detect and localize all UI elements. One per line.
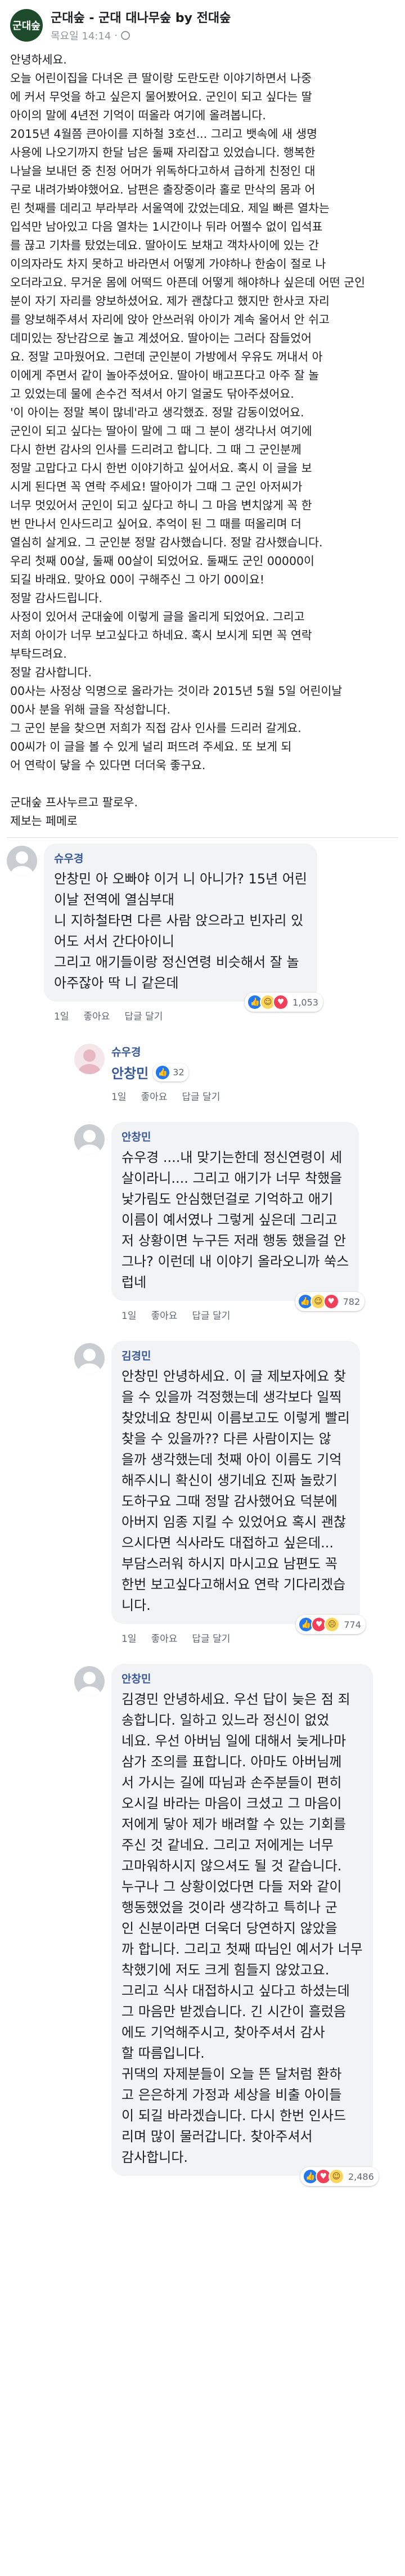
comment-bubble: 안창민 김경민 안녕하세요. 우선 답이 늦은 점 죄 송합니다. 일하고 있느…: [111, 1664, 379, 2186]
like-count: 32: [173, 1067, 184, 1078]
post-time[interactable]: 목요일 14:14: [51, 28, 111, 43]
love-reaction-icon: ♥: [273, 994, 289, 1010]
comment-author[interactable]: 슈우경: [111, 1044, 220, 1059]
comment-content: 슈우경 안창민 👍 32 1일 좋아요 답글 달기: [111, 1042, 220, 1103]
avatar[interactable]: [74, 1044, 105, 1074]
mention-row: 안창민 👍 32: [111, 1062, 220, 1082]
comment-content: 슈우경 안창민 아 오빠야 이거 니 아니가? 15년 어린 이날 전역에 열심…: [44, 843, 323, 1022]
post-body: 안녕하세요. 오늘 어린이집을 다녀온 큰 딸이랑 도란도란 이야기하면서 나중…: [10, 53, 365, 828]
reply-link[interactable]: 답글 달기: [182, 1089, 220, 1103]
love-reaction-icon: ♥: [323, 1294, 339, 1309]
comment-author[interactable]: 슈우경: [54, 850, 307, 865]
comment-reply: 안창민 슈우경 ....내 맞기는한데 정신연령이 세 살이라니.... 그리고…: [7, 1122, 398, 1322]
page-avatar[interactable]: 군대숲: [10, 9, 43, 42]
sad-reaction-icon: ☹: [324, 1617, 340, 1632]
comments-section: 슈우경 안창민 아 오빠야 이거 니 아니가? 15년 어린 이날 전역에 열심…: [0, 838, 405, 2186]
comment-author[interactable]: 안창민: [122, 1671, 363, 1686]
reaction-count: 1,053: [292, 997, 318, 1008]
post-header-text: 군대숲 - 군대 대나무숲 by 전대숲 목요일 14:14 ·: [51, 8, 231, 43]
comment-text: 김경민 안녕하세요. 우선 답이 늦은 점 죄 송합니다. 일하고 있느라 정신…: [122, 1691, 363, 2165]
reaction-summary[interactable]: 👍 ♥ ☹ 774: [296, 1615, 366, 1634]
comment-reply: 김경민 안창민 안녕하세요. 이 글 제보자에요 찾 을 수 있을까 걱정했는데…: [7, 1341, 398, 1645]
comment-time[interactable]: 1일: [122, 1631, 136, 1645]
reaction-summary[interactable]: 👍 ☺ ♥ 782: [295, 1292, 365, 1311]
avatar[interactable]: [74, 1343, 105, 1374]
comment-content: 안창민 슈우경 ....내 맞기는한데 정신연령이 세 살이라니.... 그리고…: [111, 1122, 365, 1322]
comment-reply: 슈우경 안창민 👍 32 1일 좋아요 답글 달기: [7, 1042, 398, 1103]
like-link[interactable]: 좋아요: [141, 1089, 167, 1103]
comment-reply: 안창민 김경민 안녕하세요. 우선 답이 늦은 점 죄 송합니다. 일하고 있느…: [7, 1664, 398, 2186]
reaction-count: 782: [343, 1296, 361, 1307]
comment-actions: 1일 좋아요 답글 달기: [111, 1082, 220, 1103]
facebook-post: 군대숲 군대숲 - 군대 대나무숲 by 전대숲 목요일 14:14 · 안녕하…: [0, 0, 405, 837]
avatar[interactable]: [74, 1124, 105, 1155]
avatar[interactable]: [74, 1666, 105, 1697]
post-meta: 목요일 14:14 ·: [51, 28, 231, 43]
comment-bubble: 안창민 슈우경 ....내 맞기는한데 정신연령이 세 살이라니.... 그리고…: [111, 1122, 365, 1311]
like-link[interactable]: 좋아요: [151, 1631, 177, 1645]
page-avatar-text: 군대숲: [12, 20, 40, 32]
reaction-summary[interactable]: 👍 ♥ ☺ 2,486: [300, 2167, 379, 2186]
comment-time[interactable]: 1일: [54, 1008, 69, 1022]
comment-time[interactable]: 1일: [122, 1308, 136, 1322]
reaction-count: 2,486: [348, 2171, 374, 2182]
reply-link[interactable]: 답글 달기: [124, 1008, 163, 1022]
like-link[interactable]: 좋아요: [151, 1308, 177, 1322]
haha-reaction-icon: ☺: [328, 2169, 344, 2184]
comment-author[interactable]: 김경민: [122, 1348, 350, 1363]
like-link[interactable]: 좋아요: [83, 1008, 110, 1022]
meta-separator: ·: [114, 29, 118, 42]
page-title[interactable]: 군대숲 - 군대 대나무숲 by 전대숲: [51, 8, 231, 26]
comment-bubble: 슈우경 안창민 아 오빠야 이거 니 아니가? 15년 어린 이날 전역에 열심…: [44, 843, 323, 1012]
comment-text: 안창민 안녕하세요. 이 글 제보자에요 찾 을 수 있을까 걱정했는데 생각보…: [122, 1368, 350, 1613]
mention-tag[interactable]: 안창민: [111, 1062, 148, 1082]
reply-link[interactable]: 답글 달기: [192, 1308, 230, 1322]
reaction-summary[interactable]: 👍 ☺ ♥ 1,053: [245, 993, 323, 1012]
post-header: 군대숲 군대숲 - 군대 대나무숲 by 전대숲 목요일 14:14 ·: [0, 0, 405, 47]
comment-text: 슈우경 ....내 맞기는한데 정신연령이 세 살이라니.... 그리고 애기가…: [122, 1150, 349, 1290]
like-reaction-icon: 👍: [155, 1064, 171, 1080]
comment-bubble: 김경민 안창민 안녕하세요. 이 글 제보자에요 찾 을 수 있을까 걱정했는데…: [111, 1341, 366, 1634]
comment-content: 안창민 김경민 안녕하세요. 우선 답이 늦은 점 죄 송합니다. 일하고 있느…: [111, 1664, 379, 2186]
reply-link[interactable]: 답글 달기: [192, 1631, 230, 1645]
comment-text: 안창민 아 오빠야 이거 니 아니가? 15년 어린 이날 전역에 열심부대 니…: [54, 871, 307, 991]
comment: 슈우경 안창민 아 오빠야 이거 니 아니가? 15년 어린 이날 전역에 열심…: [7, 843, 398, 1022]
comment-content: 김경민 안창민 안녕하세요. 이 글 제보자에요 찾 을 수 있을까 걱정했는데…: [111, 1341, 366, 1645]
public-globe-icon: [121, 31, 130, 40]
comment-author[interactable]: 안창민: [122, 1129, 349, 1144]
reaction-count: 774: [344, 1619, 361, 1630]
comment-time[interactable]: 1일: [111, 1089, 126, 1103]
like-badge[interactable]: 👍 32: [153, 1063, 188, 1081]
avatar[interactable]: [7, 846, 37, 876]
